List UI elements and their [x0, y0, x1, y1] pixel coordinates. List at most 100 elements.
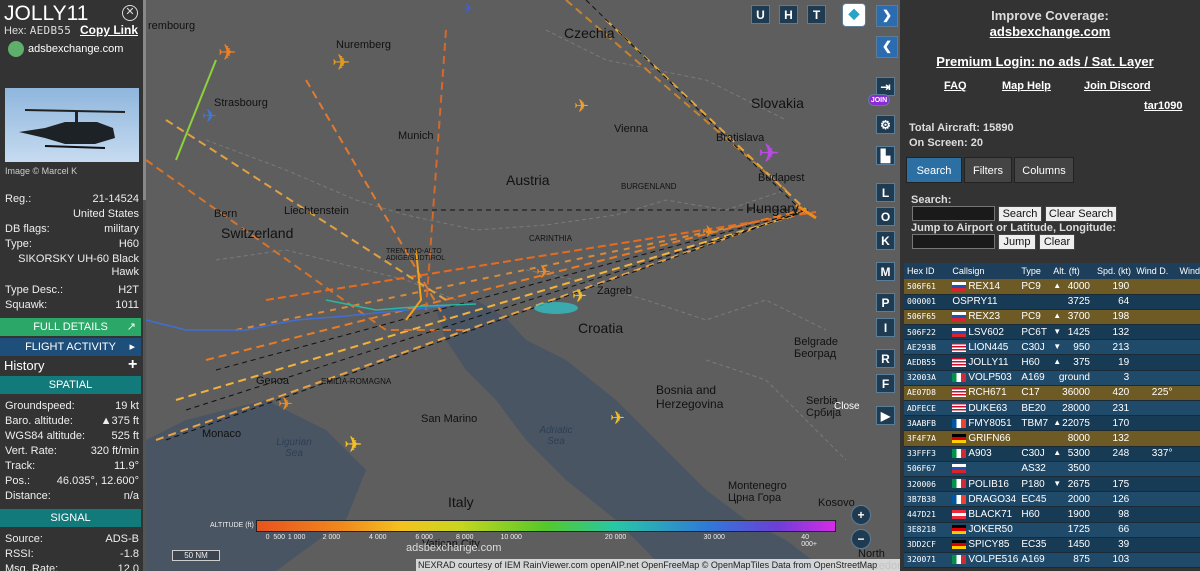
collapse-panel-icon[interactable]: ❮	[876, 36, 898, 58]
side-button-m[interactable]: M	[876, 262, 895, 281]
expand-panel-icon[interactable]: ❯	[876, 5, 898, 27]
tab-columns[interactable]: Columns	[1014, 157, 1074, 183]
side-button-r[interactable]: R	[876, 349, 895, 368]
aircraft-icon[interactable]: ✈	[278, 394, 293, 415]
cell-wind	[1176, 491, 1200, 508]
side-button-i[interactable]: I	[876, 318, 895, 337]
coverage-link[interactable]: adsbexchange.com	[900, 24, 1200, 39]
aircraft-icon[interactable]: ✈	[344, 432, 362, 458]
callsign-text: RCH671	[968, 387, 1007, 399]
cell-callsign: RCH671	[949, 385, 1019, 402]
tab-filters[interactable]: Filters	[964, 157, 1012, 183]
aircraft-icon[interactable]: ✈	[758, 138, 780, 169]
table-row[interactable]: AE293B LION445 C30J ▼ 950 213	[904, 339, 1200, 356]
table-row[interactable]: 000001 OSPRY11 3725 64	[904, 294, 1200, 310]
jump-button[interactable]: Jump	[998, 234, 1036, 250]
site-link[interactable]: adsbexchange.com	[8, 41, 123, 57]
cell-alt: ▲ 375	[1050, 354, 1094, 371]
type-label: Type:	[5, 238, 32, 250]
aircraft-icon[interactable]: ✈	[218, 40, 236, 66]
replay-icon[interactable]: ▶	[876, 406, 895, 425]
premium-login-link[interactable]: Premium Login: no ads / Sat. Layer	[900, 54, 1190, 69]
clear-jump-button[interactable]: Clear	[1039, 234, 1075, 250]
stats-icon[interactable]: ▙	[876, 146, 895, 165]
tab-search[interactable]: Search	[906, 157, 962, 183]
zoom-in-button[interactable]: +	[851, 505, 871, 525]
table-row[interactable]: 3DD2CF SPICY85 EC35 1450 39	[904, 537, 1200, 553]
cell-wind-dir: 225°	[1133, 385, 1177, 402]
aircraft-icon[interactable]: ✈	[462, 0, 474, 17]
aircraft-icon[interactable]: ✈	[610, 408, 625, 429]
aircraft-icon[interactable]: ✈	[702, 222, 715, 242]
map-attribution[interactable]: NEXRAD courtesy of IEM RainViewer.com op…	[416, 559, 900, 571]
join-discord-link[interactable]: Join Discord	[1084, 80, 1151, 92]
on-screen-label: On Screen:	[909, 137, 968, 149]
table-row[interactable]: ADFECE DUKE63 BE20 28000 231	[904, 400, 1200, 417]
side-button-f[interactable]: F	[876, 374, 895, 393]
table-row[interactable]: 506F61 REX14 PC9 ▲ 4000 190	[904, 279, 1200, 295]
close-replay-button[interactable]: Close	[834, 401, 860, 412]
table-row[interactable]: 3F4F7A GRIFN66 8000 132	[904, 430, 1200, 447]
copy-link-button[interactable]: Copy Link	[80, 23, 138, 37]
aircraft-icon[interactable]: ✈	[536, 262, 551, 283]
table-row[interactable]: 3E8218 JOKER50 1725 66	[904, 522, 1200, 538]
layers-icon[interactable]: ◆	[842, 3, 866, 27]
side-button-o[interactable]: O	[876, 207, 895, 226]
col-type[interactable]: Type	[1018, 263, 1051, 279]
zoom-out-button[interactable]: −	[851, 529, 871, 549]
col-wind-dir[interactable]: Wind D.	[1133, 263, 1177, 279]
map-button-u[interactable]: U	[751, 5, 770, 24]
aircraft-icon[interactable]: ✈	[202, 106, 217, 127]
settings-gear-icon[interactable]: ⚙	[876, 115, 895, 134]
altitude-text: 5300	[1067, 448, 1090, 460]
col-alt[interactable]: Alt. (ft)	[1050, 263, 1094, 279]
side-button-k[interactable]: K	[876, 231, 895, 250]
close-icon[interactable]: ✕	[122, 5, 138, 21]
table-row[interactable]: 3AABFB FMY8051 TBM7 ▲ 22075 170	[904, 415, 1200, 432]
search-input[interactable]	[912, 206, 995, 221]
table-row[interactable]: 320071 VOLPE516 A169 875 103	[904, 552, 1200, 569]
climb-arrow-icon: ▼	[1053, 341, 1062, 351]
col-wind[interactable]: Wind	[1176, 263, 1200, 279]
aircraft-icon[interactable]: ✈	[332, 50, 350, 76]
col-speed[interactable]: Spd. (kt)	[1093, 263, 1134, 279]
search-button[interactable]: Search	[998, 206, 1042, 222]
faq-link[interactable]: FAQ	[944, 80, 967, 92]
join-badge[interactable]: JOIN	[868, 94, 890, 106]
jump-input[interactable]	[912, 234, 995, 249]
table-row[interactable]: 506F67 AS32 3500	[904, 461, 1200, 477]
map-help-link[interactable]: Map Help	[1002, 80, 1051, 92]
altitude-text: 28000	[1062, 402, 1090, 414]
expand-plus-icon[interactable]: +	[128, 356, 137, 374]
country-flag-icon	[952, 433, 967, 443]
aircraft-icon[interactable]: ✈	[572, 286, 587, 307]
side-button-p[interactable]: P	[876, 293, 895, 312]
on-screen: On Screen: 20	[909, 137, 983, 149]
aircraft-icon[interactable]: ✈	[574, 96, 589, 117]
table-row[interactable]: 32003A VOLP503 A169 ground 3	[904, 370, 1200, 386]
table-row[interactable]: 506F65 REX23 PC9 ▲ 3700 198	[904, 309, 1200, 326]
full-details-button[interactable]: FULL DETAILS ↗	[0, 318, 141, 336]
aircraft-photo[interactable]	[5, 88, 139, 162]
col-callsign[interactable]: Callsign	[949, 263, 1019, 279]
map-label-trentino: TRENTINO-ALTO ADIGE/SÜDTIROL	[386, 248, 446, 262]
aircraft-list-panel: Improve Coverage: adsbexchange.com Premi…	[900, 0, 1200, 571]
map-button-h[interactable]: H	[779, 5, 798, 24]
table-row[interactable]: AE07D8 RCH671 C17 36000 420 225°	[904, 385, 1200, 402]
cell-alt: 8000	[1050, 430, 1094, 447]
map-button-t[interactable]: T	[807, 5, 826, 24]
map-label-carinthia: CARINTHIA	[529, 234, 573, 243]
map-label-strasbourg: Strasbourg	[214, 97, 268, 109]
table-row[interactable]: 447D21 BLACK71 H60 1900 98	[904, 506, 1200, 523]
table-row[interactable]: AEDB55 JOLLY11 H60 ▲ 375 19	[904, 354, 1200, 371]
side-button-l[interactable]: L	[876, 183, 895, 202]
table-row[interactable]: 33FFF3 A903 C30J ▲ 5300 248 337°	[904, 446, 1200, 462]
map-view[interactable]: rembourg Nuremberg Czechia Slovakia Stra…	[146, 0, 900, 571]
table-row[interactable]: 320006 POLIB16 P180 ▼ 2675 175	[904, 476, 1200, 493]
col-hex[interactable]: Hex ID	[904, 263, 950, 279]
flight-activity-button[interactable]: FLIGHT ACTIVITY ▸	[0, 338, 141, 356]
table-row[interactable]: 506F22 LSV602 PC6T ▼ 1425 132	[904, 324, 1200, 341]
table-row[interactable]: 3B7B38 DRAGO34 EC45 2000 126	[904, 491, 1200, 508]
user-link[interactable]: tar1090	[1144, 100, 1183, 112]
clear-search-button[interactable]: Clear Search	[1045, 206, 1117, 222]
